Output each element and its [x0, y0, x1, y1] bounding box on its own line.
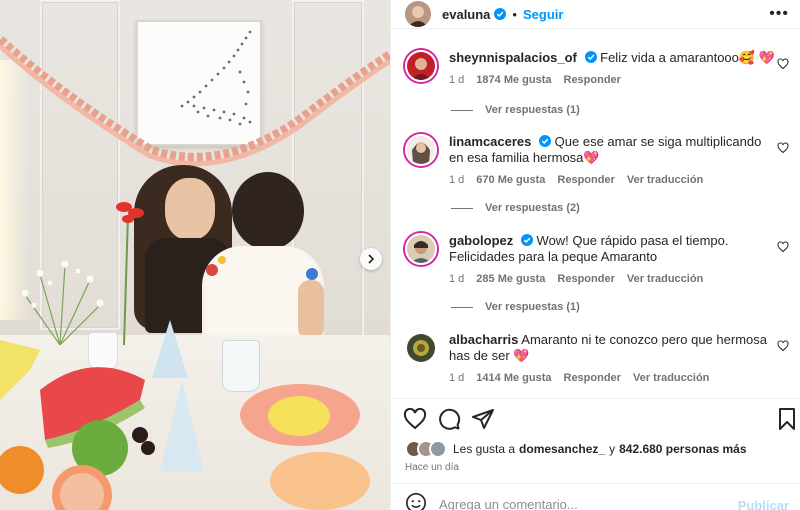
comment-likes[interactable]: 670 Me gusta: [476, 174, 545, 186]
comment-body: linamcaceres Que ese amar se siga multip…: [449, 134, 775, 166]
commenter-avatar[interactable]: [405, 233, 437, 265]
dress-flower: [218, 256, 226, 264]
commenter-avatar[interactable]: [405, 50, 437, 82]
heart-icon[interactable]: [777, 241, 789, 253]
reply-button[interactable]: Responder: [564, 74, 621, 86]
likes-connector: y: [609, 442, 616, 456]
divider: [391, 483, 800, 484]
bookmark-icon[interactable]: [775, 407, 799, 431]
comment-item: sheynnispalacios_of Feliz vida a amarant…: [405, 50, 789, 86]
comment-item: linamcaceres Que ese amar se siga multip…: [405, 134, 789, 186]
woman-face: [165, 178, 215, 240]
view-replies-button[interactable]: Ver respuestas (2): [451, 202, 580, 214]
paper-cup: [222, 340, 260, 392]
comment-likes[interactable]: 1414 Me gusta: [476, 372, 551, 384]
view-replies-label: Ver respuestas (1): [485, 104, 580, 116]
heart-icon[interactable]: [777, 58, 789, 70]
likes-summary: Les gusta a domesanchez_ y 842.680 perso…: [405, 440, 747, 458]
share-icon[interactable]: [471, 407, 495, 431]
comment-meta: 1 d 1874 Me gusta Responder: [449, 74, 789, 86]
reply-button[interactable]: Responder: [564, 372, 621, 384]
reply-button[interactable]: Responder: [557, 273, 614, 285]
comment-username[interactable]: albacharris: [449, 332, 518, 347]
comment-time[interactable]: 1 d: [449, 74, 464, 86]
verified-icon: [539, 135, 552, 147]
comment-username[interactable]: gabolopez: [449, 233, 513, 248]
reply-button[interactable]: Responder: [557, 174, 614, 186]
add-comment-bar: Publicar: [405, 492, 789, 510]
comment-body: albacharris Amaranto ni te conozco pero …: [449, 332, 775, 364]
comment-item: gabolopez Wow! Que rápido pasa el tiempo…: [405, 233, 789, 285]
publish-button[interactable]: Publicar: [738, 498, 789, 510]
verified-icon: [520, 234, 533, 246]
author-avatar[interactable]: [405, 1, 431, 27]
translate-button[interactable]: Ver traducción: [633, 372, 709, 384]
follow-button[interactable]: Seguir: [523, 7, 563, 22]
divider: [391, 28, 800, 29]
view-replies-label: Ver respuestas (2): [485, 202, 580, 214]
author-avatar-image: [405, 1, 431, 27]
comment-time[interactable]: 1 d: [449, 174, 464, 186]
likes-count[interactable]: 842.680 personas más: [619, 442, 746, 456]
commenter-avatar-image: [407, 52, 435, 80]
replies-line: [451, 109, 473, 111]
commenter-avatar[interactable]: [405, 134, 437, 166]
dress-flower: [306, 268, 318, 280]
comment-time[interactable]: 1 d: [449, 273, 464, 285]
party-hat: [160, 380, 204, 472]
comment-body: sheynnispalacios_of Feliz vida a amarant…: [449, 50, 775, 66]
translate-button[interactable]: Ver traducción: [627, 273, 703, 285]
chevron-right-icon: [368, 254, 375, 264]
comment-meta: 1 d 670 Me gusta Responder Ver traducció…: [449, 174, 789, 186]
verified-icon: [494, 8, 507, 20]
emoji-icon[interactable]: [405, 492, 427, 510]
baby-arm: [298, 280, 324, 340]
more-icon[interactable]: •••: [769, 5, 789, 23]
like-heart-icon[interactable]: [403, 407, 427, 431]
fruit-bowl: [0, 340, 155, 510]
commenter-avatar-image: [407, 136, 435, 164]
replies-line: [451, 306, 473, 308]
red-flower: [116, 202, 144, 345]
post-sidebar: evaluna • Seguir ••• sheynnispalacios_of…: [390, 0, 800, 510]
comment-likes[interactable]: 1874 Me gusta: [476, 74, 551, 86]
separator-dot: •: [512, 6, 517, 22]
comment-meta: 1 d 1414 Me gusta Responder Ver traducci…: [449, 372, 789, 384]
author-username[interactable]: evaluna: [442, 7, 490, 22]
replies-line: [451, 207, 473, 209]
comment-text: Feliz vida a amarantooo🥰 💖: [600, 50, 775, 65]
smiley-plate: [268, 396, 330, 436]
comment-username[interactable]: linamcaceres: [449, 134, 531, 149]
verified-icon: [584, 51, 597, 63]
post-header: evaluna • Seguir •••: [391, 0, 800, 28]
commenter-avatar-image: [407, 334, 435, 362]
comment-time[interactable]: 1 d: [449, 372, 464, 384]
comment-input[interactable]: [439, 497, 729, 510]
translate-button[interactable]: Ver traducción: [627, 174, 703, 186]
divider: [391, 398, 800, 399]
heart-icon[interactable]: [777, 340, 789, 352]
dress-flower: [206, 264, 218, 276]
commenter-avatar-image: [407, 235, 435, 263]
post-timestamp[interactable]: Hace un día: [405, 462, 459, 473]
comment-likes[interactable]: 285 Me gusta: [476, 273, 545, 285]
commenter-avatar[interactable]: [405, 332, 437, 364]
liker-avatars: [405, 440, 449, 458]
comment-item: albacharris Amaranto ni te conozco pero …: [405, 332, 789, 384]
comment-meta: 1 d 285 Me gusta Responder Ver traducció…: [449, 273, 789, 285]
view-replies-label: Ver respuestas (1): [485, 301, 580, 313]
view-replies-button[interactable]: Ver respuestas (1): [451, 104, 580, 116]
comment-username[interactable]: sheynnispalacios_of: [449, 50, 577, 65]
next-photo-button[interactable]: [360, 248, 382, 270]
comment-body: gabolopez Wow! Que rápido pasa el tiempo…: [449, 233, 775, 265]
heart-icon[interactable]: [777, 142, 789, 154]
post-photo[interactable]: [0, 0, 390, 510]
likes-prefix: Les gusta a: [453, 442, 516, 456]
comment-icon[interactable]: [437, 407, 461, 431]
likes-user[interactable]: domesanchez_: [519, 442, 605, 456]
view-replies-button[interactable]: Ver respuestas (1): [451, 301, 580, 313]
flower-plate: [270, 452, 370, 510]
liker-avatar: [429, 440, 447, 458]
baby-head: [232, 172, 304, 250]
